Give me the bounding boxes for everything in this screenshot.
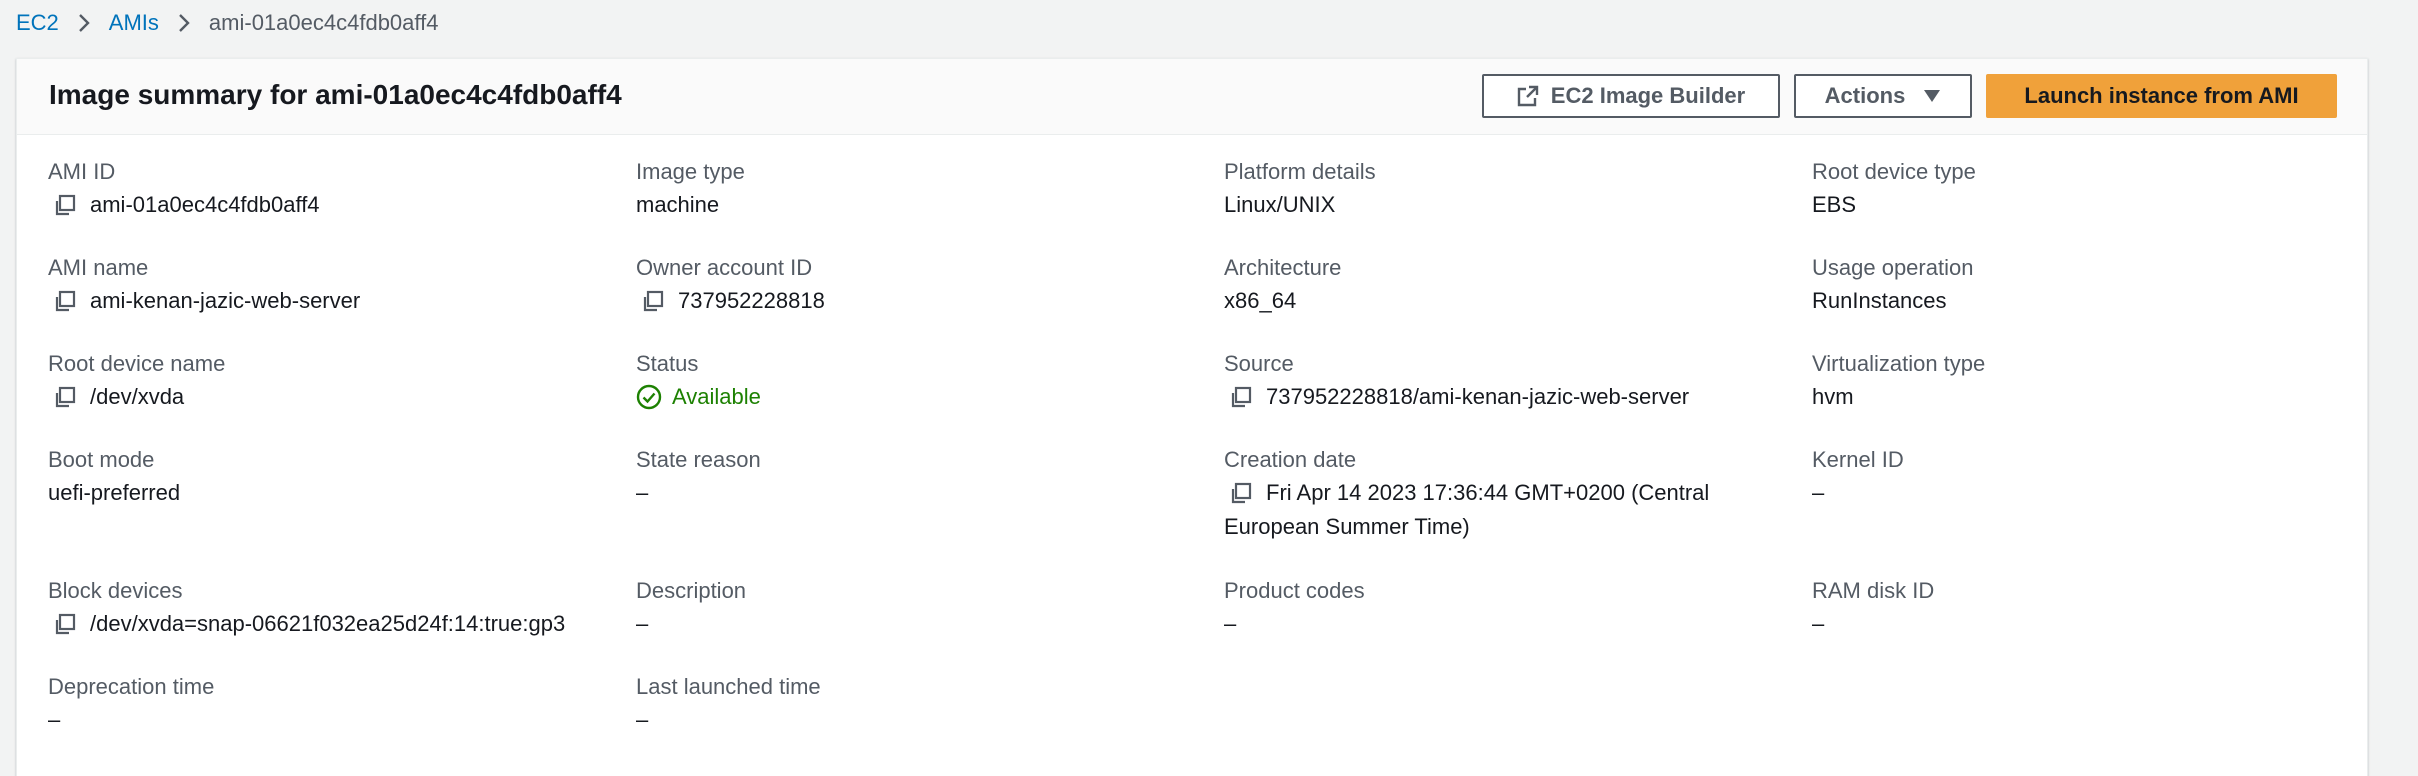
product-codes-label: Product codes bbox=[1224, 578, 1365, 603]
virtualization-type-value: hvm bbox=[1812, 384, 1854, 409]
ram-disk-id-label: RAM disk ID bbox=[1812, 578, 1935, 603]
deprecation-time-value: – bbox=[48, 707, 61, 732]
field-ami-id: AMI ID ami-01a0ec4c4fdb0aff4 bbox=[48, 158, 320, 222]
image-type-value: machine bbox=[636, 192, 720, 217]
field-last-launched-time: Last launched time – bbox=[636, 673, 821, 737]
field-creation-date: Creation date Fri Apr 14 2023 17:36:44 G… bbox=[1224, 446, 1784, 544]
field-root-device-type: Root device type EBS bbox=[1812, 158, 1976, 222]
kernel-id-value: – bbox=[1812, 480, 1825, 505]
owner-account-id-label: Owner account ID bbox=[636, 255, 813, 280]
kernel-id-label: Kernel ID bbox=[1812, 447, 1904, 472]
field-source: Source 737952228818/ami-kenan-jazic-web-… bbox=[1224, 350, 1689, 414]
chevron-right-icon bbox=[77, 12, 91, 34]
ram-disk-id-value: – bbox=[1812, 611, 1825, 636]
copy-icon[interactable] bbox=[54, 380, 80, 414]
field-usage-operation: Usage operation RunInstances bbox=[1812, 254, 1973, 318]
product-codes-value: – bbox=[1224, 611, 1237, 636]
field-root-device-name: Root device name /dev/xvda bbox=[48, 350, 225, 414]
field-status: Status Available bbox=[636, 350, 761, 414]
status-label: Status bbox=[636, 351, 699, 376]
description-value: – bbox=[636, 611, 649, 636]
deprecation-time-label: Deprecation time bbox=[48, 674, 215, 699]
field-deprecation-time: Deprecation time – bbox=[48, 673, 214, 737]
creation-date-label: Creation date bbox=[1224, 447, 1357, 472]
platform-details-value: Linux/UNIX bbox=[1224, 192, 1336, 217]
breadcrumb: EC2 AMIs ami-01a0ec4c4fdb0aff4 bbox=[16, 6, 438, 40]
copy-icon[interactable] bbox=[54, 188, 80, 222]
status-badge: Available bbox=[672, 384, 761, 409]
boot-mode-value: uefi-preferred bbox=[48, 480, 181, 505]
field-owner-account-id: Owner account ID 737952228818 bbox=[636, 254, 825, 318]
field-virtualization-type: Virtualization type hvm bbox=[1812, 350, 1985, 414]
field-block-devices: Block devices /dev/xvda=snap-06621f032ea… bbox=[48, 577, 565, 641]
chevron-right-icon bbox=[177, 12, 191, 34]
field-ami-name: AMI name ami-kenan-jazic-web-server bbox=[48, 254, 360, 318]
field-description: Description – bbox=[636, 577, 746, 641]
source-label: Source bbox=[1224, 351, 1294, 376]
source-value-row: 737952228818/ami-kenan-jazic-web-server bbox=[1224, 380, 1689, 414]
ec2-image-builder-button[interactable]: EC2 Image Builder bbox=[1482, 74, 1780, 118]
root-device-name-value: /dev/xvda bbox=[90, 384, 185, 409]
architecture-label: Architecture bbox=[1224, 255, 1342, 280]
field-platform-details: Platform details Linux/UNIX bbox=[1224, 158, 1376, 222]
launch-instance-button[interactable]: Launch instance from AMI bbox=[1986, 74, 2337, 118]
actions-dropdown-button[interactable]: Actions bbox=[1794, 74, 1972, 118]
description-label: Description bbox=[636, 578, 747, 603]
copy-icon[interactable] bbox=[642, 284, 668, 318]
block-devices-value: /dev/xvda=snap-06621f032ea25d24f:14:true… bbox=[90, 611, 566, 636]
field-boot-mode: Boot mode uefi-preferred bbox=[48, 446, 180, 510]
breadcrumb-current: ami-01a0ec4c4fdb0aff4 bbox=[208, 10, 439, 35]
panel-header: Image summary for ami-01a0ec4c4fdb0aff4 … bbox=[17, 59, 2367, 135]
usage-operation-value: RunInstances bbox=[1812, 288, 1947, 313]
status-value-row: Available bbox=[636, 380, 761, 414]
boot-mode-label: Boot mode bbox=[48, 447, 155, 472]
block-devices-label: Block devices bbox=[48, 578, 183, 603]
copy-icon[interactable] bbox=[54, 607, 80, 641]
owner-account-id-value-row: 737952228818 bbox=[636, 284, 825, 318]
page-title: Image summary for ami-01a0ec4c4fdb0aff4 bbox=[49, 79, 622, 110]
owner-account-id-value: 737952228818 bbox=[678, 288, 825, 313]
ami-id-value: ami-01a0ec4c4fdb0aff4 bbox=[90, 192, 320, 217]
state-reason-value: – bbox=[636, 480, 649, 505]
check-circle-icon bbox=[636, 380, 662, 414]
platform-details-label: Platform details bbox=[1224, 159, 1376, 184]
copy-icon[interactable] bbox=[1230, 476, 1256, 510]
external-link-icon bbox=[1517, 85, 1539, 107]
ec2-image-builder-label: EC2 Image Builder bbox=[1550, 83, 1746, 108]
copy-icon[interactable] bbox=[1230, 380, 1256, 414]
root-device-name-value-row: /dev/xvda bbox=[48, 380, 225, 414]
image-type-label: Image type bbox=[636, 159, 745, 184]
breadcrumb-amis-link[interactable]: AMIs bbox=[109, 10, 159, 36]
breadcrumb-ec2-link[interactable]: EC2 bbox=[16, 10, 59, 36]
image-summary-panel: Image summary for ami-01a0ec4c4fdb0aff4 … bbox=[16, 58, 2368, 776]
ami-id-label: AMI ID bbox=[48, 159, 116, 184]
root-device-name-label: Root device name bbox=[48, 351, 226, 376]
usage-operation-label: Usage operation bbox=[1812, 255, 1974, 280]
actions-label: Actions bbox=[1824, 83, 1906, 108]
ami-name-value-row: ami-kenan-jazic-web-server bbox=[48, 284, 360, 318]
source-value: 737952228818/ami-kenan-jazic-web-server bbox=[1266, 384, 1690, 409]
root-device-type-value: EBS bbox=[1812, 192, 1857, 217]
creation-date-value: Fri Apr 14 2023 17:36:44 GMT+0200 (Centr… bbox=[1224, 480, 1710, 539]
caret-down-icon bbox=[1923, 89, 1941, 103]
last-launched-time-value: – bbox=[636, 707, 649, 732]
ami-id-value-row: ami-01a0ec4c4fdb0aff4 bbox=[48, 188, 320, 222]
field-state-reason: State reason – bbox=[636, 446, 761, 510]
ami-name-label: AMI name bbox=[48, 255, 149, 280]
field-ram-disk-id: RAM disk ID – bbox=[1812, 577, 1934, 641]
ami-name-value: ami-kenan-jazic-web-server bbox=[90, 288, 361, 313]
field-kernel-id: Kernel ID – bbox=[1812, 446, 1904, 510]
root-device-type-label: Root device type bbox=[1812, 159, 1976, 184]
state-reason-label: State reason bbox=[636, 447, 761, 472]
field-product-codes: Product codes – bbox=[1224, 577, 1365, 641]
last-launched-time-label: Last launched time bbox=[636, 674, 821, 699]
field-architecture: Architecture x86_64 bbox=[1224, 254, 1341, 318]
block-devices-value-row: /dev/xvda=snap-06621f032ea25d24f:14:true… bbox=[48, 607, 565, 641]
field-image-type: Image type machine bbox=[636, 158, 745, 222]
virtualization-type-label: Virtualization type bbox=[1812, 351, 1986, 376]
header-actions: EC2 Image Builder Actions Launch instanc… bbox=[1482, 74, 2337, 118]
creation-date-value-row: Fri Apr 14 2023 17:36:44 GMT+0200 (Centr… bbox=[1224, 476, 1784, 544]
architecture-value: x86_64 bbox=[1224, 288, 1297, 313]
copy-icon[interactable] bbox=[54, 284, 80, 318]
